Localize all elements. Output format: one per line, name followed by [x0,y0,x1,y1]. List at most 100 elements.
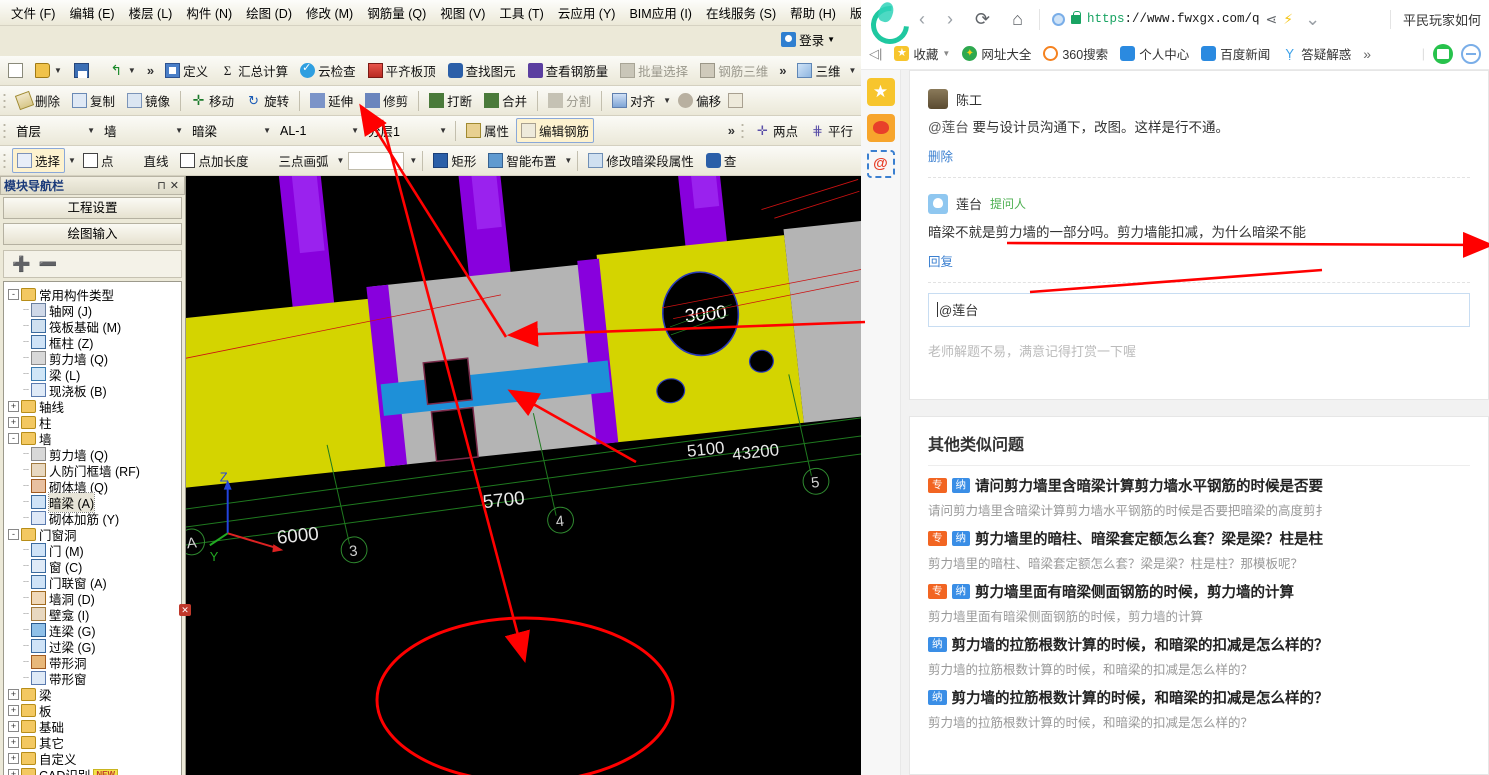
menu-item-11[interactable]: 在线服务 (S) [699,0,783,25]
at-icon[interactable]: @ [866,150,895,178]
menu-item-1[interactable]: 编辑 (E) [62,0,121,25]
grip-handle[interactable] [3,121,7,140]
cad-canvas[interactable]: 3000 3 4 5 A 6000 5700 5100 43200 Z Y [186,176,861,775]
tree-node-29[interactable]: + 自定义 [6,750,179,767]
point-button[interactable]: 点 [78,148,119,173]
share-icon[interactable]: ⋖ [1266,11,1278,28]
break-button[interactable]: 打断 [424,88,477,113]
chevron-down-icon[interactable]: ▼ [942,49,950,58]
tree-node-16[interactable]: ┄ 门 (M) [6,542,179,559]
tree-node-7[interactable]: + 轴线 [6,398,179,415]
move-button[interactable]: ✛ 移动 [186,88,239,113]
query-button[interactable]: 查 [701,148,742,173]
tree-expander[interactable]: + [8,768,19,775]
tree-node-15[interactable]: - 门窗洞 [6,526,179,543]
forward-button[interactable]: › [941,9,959,30]
similar-question-3[interactable]: 纳剪力墙的拉筋根数计算的时候，和暗梁的扣减是怎么样的？ 剪力墙的拉筋根数计算的时候… [928,625,1470,678]
three-point-arc-button[interactable]: 三点画弧 [255,148,333,173]
reading-mode-icon[interactable] [1433,43,1453,64]
align-slab-button[interactable]: 平齐板顶 [363,58,441,83]
point-length-button[interactable]: 点加长度 [175,148,253,173]
question-title[interactable]: 请问剪力墙里含暗梁计算剪力墙水平钢筋的时候是否要 [975,475,1323,496]
grip-handle[interactable] [3,91,7,110]
error-indicator-icon[interactable]: ✕ [179,604,191,616]
selector-category[interactable]: 墙 ▼ [100,121,186,140]
remove-icon[interactable]: ➖ [39,255,58,273]
comment-author[interactable]: 陈工 [956,90,982,109]
bookmark-5[interactable]: Ỵ 答疑解惑 [1282,44,1351,63]
menu-item-5[interactable]: 修改 (M) [299,0,360,25]
menu-item-8[interactable]: 工具 (T) [492,0,550,25]
menu-item-0[interactable]: 文件 (F) [4,0,62,25]
draw-mode-combo[interactable] [348,151,405,170]
new-file-button[interactable] [3,60,28,81]
find-element-button[interactable]: 查找图元 [443,58,521,83]
tree-node-14[interactable]: ┄ 砌体加筋 (Y) [6,510,179,527]
properties-button[interactable]: 属性 [461,118,514,143]
select-button[interactable]: 选择 [12,148,66,173]
two-point-button[interactable]: ✛ 两点 [750,118,803,143]
tree-expander[interactable]: + [8,400,19,412]
tree-node-19[interactable]: ┄ 墙洞 (D) [6,590,179,607]
tree-expander[interactable]: + [8,752,19,764]
chevron-down-icon[interactable]: ▼ [564,156,572,165]
tree-node-30[interactable]: + CAD识别NEW [6,766,179,775]
collapse-icon[interactable] [1461,43,1481,64]
tree-node-25[interactable]: + 梁 [6,686,179,703]
tree-expander[interactable]: + [8,720,19,732]
offset-button[interactable]: 偏移 [673,88,726,113]
reply-input[interactable]: @莲台 [928,292,1470,327]
toolbar-overflow-button-2[interactable]: » [775,63,790,78]
mirror-button[interactable]: 镜像 [122,88,175,113]
star-icon[interactable]: ★ [866,78,895,106]
chevron-down-icon[interactable]: ▼ [436,126,450,135]
menu-item-7[interactable]: 视图 (V) [433,0,492,25]
smart-layout-button[interactable]: 智能布置 [483,148,561,173]
chevron-down-icon[interactable]: ⌄ [1299,9,1326,30]
menu-item-4[interactable]: 绘图 (D) [239,0,299,25]
chevron-down-icon[interactable]: ▼ [68,156,76,165]
cube-button[interactable]: 三维 [792,58,845,83]
chevron-down-icon[interactable]: ▼ [663,96,671,105]
rectangle-button[interactable]: 矩形 [428,148,481,173]
rotate-button[interactable]: ↻ 旋转 [241,88,294,113]
menu-item-10[interactable]: BIM应用 (I) [622,0,699,25]
mention[interactable]: @莲台 [928,120,969,135]
comment-author[interactable]: 莲台 [956,194,982,213]
parallel-button[interactable]: ⋕ 平行 [805,118,858,143]
comment-action[interactable]: 删除 [928,146,1470,165]
open-file-button[interactable]: ▼ [30,60,67,81]
selector-floor[interactable]: 首层 ▼ [12,121,98,140]
tree-node-23[interactable]: ┄ 带形洞 [6,654,179,671]
bookmarks-scroll-left[interactable]: ◁| [869,46,882,62]
modify-beam-props-button[interactable]: 修改暗梁段属性 [583,148,699,173]
more-tools-icon[interactable] [728,93,744,108]
question-title[interactable]: 剪力墙里的暗柱、暗梁套定额怎么套？梁是梁？柱是柱 [975,528,1323,549]
menu-item-3[interactable]: 构件 (N) [179,0,239,25]
tree-expander[interactable]: + [8,704,19,716]
chevron-down-icon[interactable]: ▼ [848,66,856,75]
address-bar[interactable]: https://www.fwxgx.com/q ⋖ ⚡ ⌄ [1038,8,1380,30]
chevron-down-icon[interactable]: ▼ [409,156,417,165]
save-button[interactable] [69,60,94,81]
tab-title[interactable]: 平民玩家如何 [1389,9,1481,29]
reload-icon[interactable]: ⟳ [969,9,996,30]
align-button[interactable]: 对齐 [607,88,660,113]
bookmark-0[interactable]: ★ 收藏 ▼ [894,44,950,63]
bookmarks-overflow[interactable]: » [1363,46,1371,62]
question-title[interactable]: 剪力墙的拉筋根数计算的时候，和暗梁的扣减是怎么样的？ [952,687,1329,708]
menu-item-12[interactable]: 帮助 (H) [783,0,843,25]
bookmark-3[interactable]: 个人中心 [1120,44,1189,63]
tree-node-8[interactable]: + 柱 [6,414,179,431]
back-button[interactable]: ‹ [913,9,931,30]
selector-component-type[interactable]: 暗梁 ▼ [188,121,274,140]
chevron-down-icon[interactable]: ▼ [84,126,98,135]
edit-rebar-button[interactable]: 编辑钢筋 [516,118,595,143]
home-icon[interactable]: ⌂ [1006,9,1029,30]
tree-node-24[interactable]: ┄ 带形窗 [6,670,179,687]
line-button[interactable]: 直线 [120,148,173,173]
question-title[interactable]: 剪力墙的拉筋根数计算的时候，和暗梁的扣减是怎么样的？ [952,634,1329,655]
selector-component-name[interactable]: AL-1 ▼ [276,124,362,138]
view-rebar-button[interactable]: 查看钢筋量 [523,58,614,83]
toolbar-overflow-button-3[interactable]: » [724,123,739,138]
